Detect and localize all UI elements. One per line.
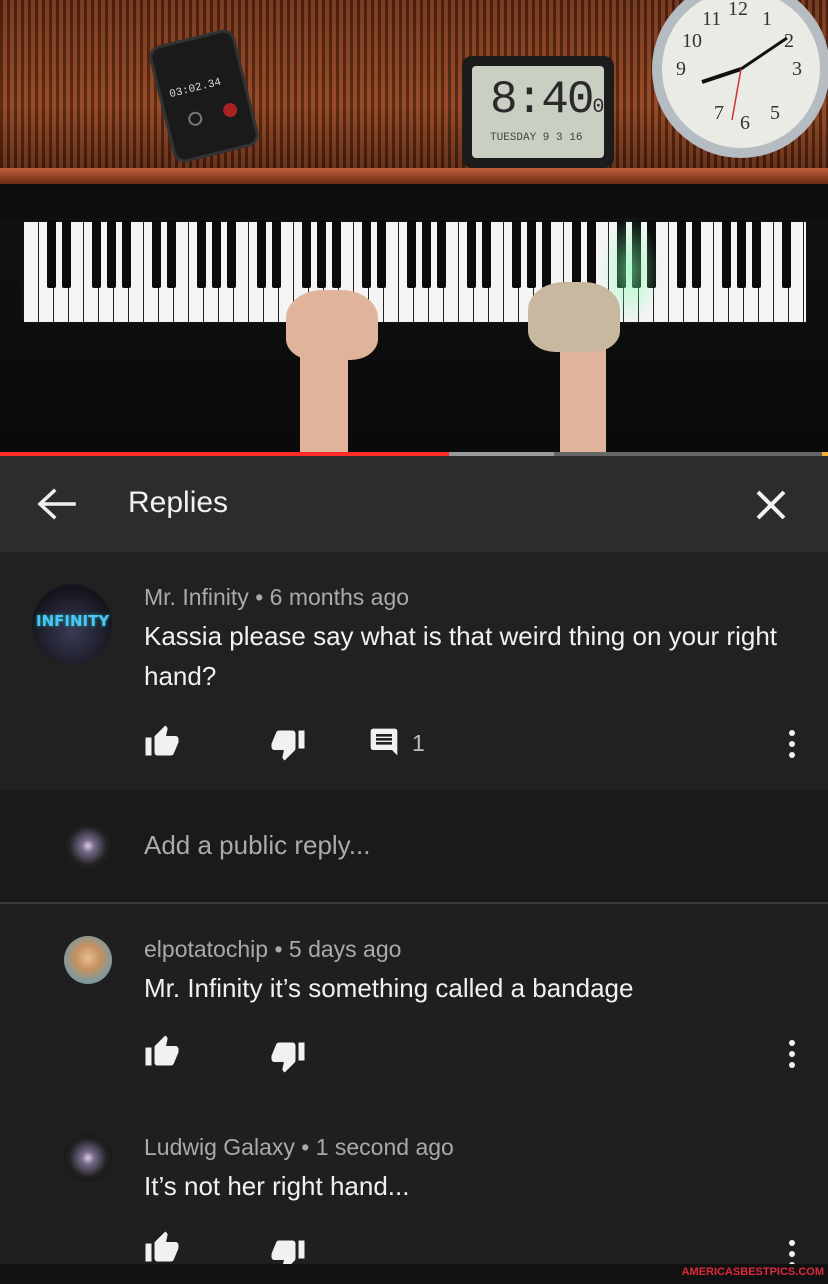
close-icon bbox=[756, 490, 786, 520]
black-key bbox=[542, 220, 551, 288]
piano-rail bbox=[0, 168, 828, 184]
digital-clock-date: TUESDAY 9 3 16 bbox=[490, 132, 583, 144]
black-key bbox=[107, 220, 116, 288]
black-key bbox=[167, 220, 176, 288]
black-key bbox=[722, 220, 731, 288]
top-comment: INFINITY Mr. Infinity • 6 months ago Kas… bbox=[0, 552, 828, 790]
black-key bbox=[152, 220, 161, 288]
black-key bbox=[407, 220, 416, 288]
reply-input[interactable]: Add a public reply... bbox=[144, 830, 370, 861]
black-key bbox=[422, 220, 431, 288]
comment-text: Kassia please say what is that weird thi… bbox=[144, 621, 778, 691]
avatar[interactable]: INFINITY bbox=[32, 584, 112, 664]
black-key bbox=[527, 220, 536, 288]
comment-text: It’s not her right hand... bbox=[144, 1171, 410, 1201]
stopwatch-stop-icon bbox=[221, 101, 239, 119]
more-vertical-icon bbox=[789, 730, 795, 758]
right-hand bbox=[528, 282, 620, 352]
black-key bbox=[47, 220, 56, 288]
stopwatch-readout: 03:02.34 bbox=[168, 76, 223, 102]
black-key bbox=[317, 220, 326, 288]
piano-lid bbox=[0, 184, 828, 218]
arrow-left-icon bbox=[37, 488, 76, 520]
comment-meta: elpotatochip • 5 days ago bbox=[144, 936, 402, 962]
black-key bbox=[437, 220, 446, 288]
more-vertical-icon bbox=[789, 1040, 795, 1068]
video-player[interactable]: 03:02.34 8:4007 TUESDAY 9 3 16 12 1 2 3 … bbox=[0, 0, 828, 452]
thumbs-up-icon bbox=[145, 725, 179, 756]
like-button[interactable] bbox=[144, 1034, 180, 1070]
comment-author[interactable]: Mr. Infinity bbox=[144, 584, 249, 610]
avatar-text: INFINITY bbox=[36, 612, 110, 630]
black-key bbox=[752, 220, 761, 288]
black-key bbox=[677, 220, 686, 288]
dislike-button[interactable] bbox=[270, 726, 306, 762]
like-button[interactable] bbox=[144, 1230, 180, 1266]
thumbs-up-icon bbox=[145, 1035, 179, 1066]
more-options-button[interactable] bbox=[782, 1036, 802, 1072]
black-key bbox=[272, 220, 281, 288]
black-key bbox=[122, 220, 131, 288]
piano-black-keys bbox=[22, 220, 808, 288]
avatar bbox=[64, 822, 112, 870]
black-key bbox=[587, 220, 596, 288]
comment-author[interactable]: Ludwig Galaxy bbox=[144, 1134, 295, 1160]
black-key bbox=[467, 220, 476, 288]
back-button[interactable] bbox=[32, 484, 80, 524]
replies-header: Replies bbox=[0, 456, 828, 552]
comment-icon bbox=[370, 728, 398, 756]
left-hand bbox=[286, 290, 378, 360]
dislike-button[interactable] bbox=[270, 1038, 306, 1074]
reply-item: Ludwig Galaxy • 1 second ago It’s not he… bbox=[0, 1102, 828, 1271]
close-button[interactable] bbox=[746, 480, 796, 530]
comment-time: 1 second ago bbox=[315, 1134, 454, 1160]
black-key bbox=[62, 220, 71, 288]
comment-time: 5 days ago bbox=[288, 936, 402, 962]
black-key bbox=[572, 220, 581, 288]
reply-item: elpotatochip • 5 days ago Mr. Infinity i… bbox=[0, 904, 828, 1100]
page-title: Replies bbox=[128, 486, 229, 519]
more-options-button[interactable] bbox=[782, 726, 802, 762]
digital-clock: 8:4007 TUESDAY 9 3 16 bbox=[462, 56, 614, 168]
thumbs-up-icon bbox=[145, 1231, 179, 1262]
digital-clock-time: 8:4007 bbox=[490, 74, 604, 126]
watermark: AMERICASBESTPICS.COM bbox=[681, 1266, 824, 1278]
black-key bbox=[692, 220, 701, 288]
black-key bbox=[212, 220, 221, 288]
black-key bbox=[377, 220, 386, 288]
analog-clock: 12 1 2 3 5 6 7 9 10 11 bbox=[652, 0, 828, 158]
black-key bbox=[482, 220, 491, 288]
black-key bbox=[362, 220, 371, 288]
comment-meta: Ludwig Galaxy • 1 second ago bbox=[144, 1134, 454, 1160]
black-key bbox=[257, 220, 266, 288]
black-key bbox=[302, 220, 311, 288]
clock-hands-icon bbox=[701, 36, 788, 121]
comment-author[interactable]: elpotatochip bbox=[144, 936, 268, 962]
reply-count: 1 bbox=[412, 730, 425, 756]
thumbs-down-icon bbox=[271, 1042, 305, 1073]
black-key bbox=[92, 220, 101, 288]
reply-count-button[interactable] bbox=[368, 726, 404, 762]
comment-time: 6 months ago bbox=[269, 584, 410, 610]
avatar[interactable] bbox=[64, 1134, 112, 1182]
black-key bbox=[197, 220, 206, 288]
reply-input-row[interactable]: Add a public reply... bbox=[0, 790, 828, 902]
black-key bbox=[332, 220, 341, 288]
black-key bbox=[782, 220, 791, 288]
thumbs-down-icon bbox=[271, 730, 305, 761]
like-button[interactable] bbox=[144, 724, 180, 760]
black-key bbox=[737, 220, 746, 288]
black-key bbox=[227, 220, 236, 288]
comment-text: Mr. Infinity it’s something called a ban… bbox=[144, 973, 634, 1003]
black-key bbox=[512, 220, 521, 288]
comment-meta: Mr. Infinity • 6 months ago bbox=[144, 584, 410, 610]
avatar[interactable] bbox=[64, 936, 112, 984]
stopwatch-lap-icon bbox=[186, 110, 204, 128]
